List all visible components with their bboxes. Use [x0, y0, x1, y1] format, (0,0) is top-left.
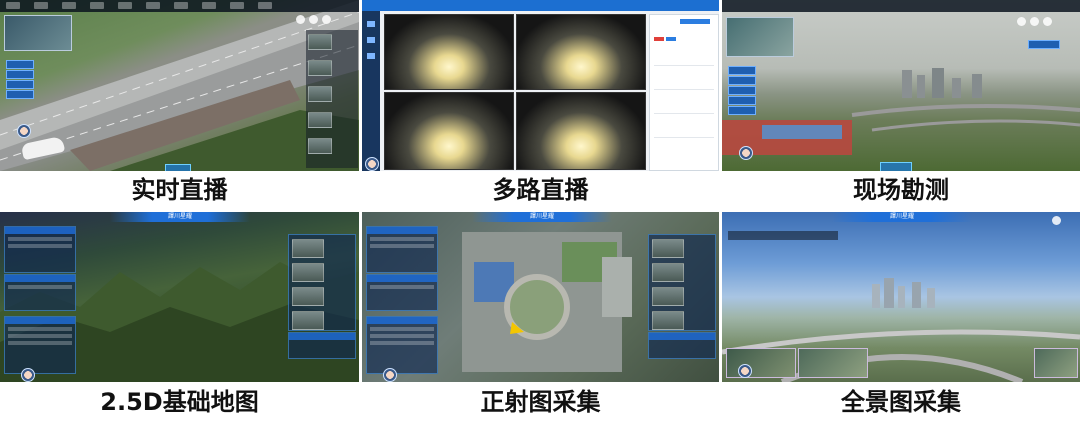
avatar-icon[interactable] [17, 124, 31, 138]
side-menu-button[interactable] [6, 90, 34, 99]
left-data-panel [4, 316, 76, 374]
location-preview[interactable] [798, 348, 868, 378]
device-item[interactable] [654, 121, 714, 138]
avatar-icon[interactable] [383, 368, 397, 382]
top-toolbar [0, 0, 359, 12]
avatar-icon[interactable] [21, 368, 35, 382]
layers-icon[interactable] [1043, 17, 1052, 26]
drone-thumbnail[interactable] [308, 138, 332, 154]
toolbar-item[interactable] [90, 2, 104, 9]
minimap[interactable] [4, 15, 72, 51]
toolbar-item[interactable] [230, 2, 244, 9]
device-item[interactable] [654, 49, 714, 66]
nav-icon[interactable] [367, 53, 375, 59]
device-item[interactable] [654, 73, 714, 90]
drone-list [306, 30, 358, 168]
video-feed-2[interactable] [516, 14, 646, 90]
top-toolbar [722, 0, 1080, 12]
toolbar-item[interactable] [174, 2, 188, 9]
status-badge [666, 37, 676, 41]
panel-pano[interactable]: 譯川星耀 [722, 212, 1080, 382]
camera-thumbnail[interactable] [652, 263, 684, 282]
side-menu-button[interactable] [6, 80, 34, 89]
left-nav [362, 11, 380, 171]
caption-multi: 多路直播 [492, 176, 589, 204]
caption-ortho: 正射图采集 [480, 388, 601, 416]
side-menu-button[interactable] [728, 86, 756, 95]
record-icon[interactable] [309, 15, 318, 24]
avatar-icon[interactable] [738, 364, 752, 378]
panel-ortho[interactable]: 譯川星耀 [362, 212, 719, 382]
toolbar-item[interactable] [146, 2, 160, 9]
nav-icon[interactable] [367, 21, 375, 27]
drone-thumbnail[interactable] [308, 34, 332, 50]
toolbar-item[interactable] [118, 2, 132, 9]
panel-map25d[interactable]: 譯川星耀 [0, 212, 359, 382]
right-data-panel [288, 332, 356, 359]
video-feed-3[interactable] [384, 92, 514, 170]
left-data-panel [366, 316, 438, 374]
bottom-tag[interactable] [880, 162, 912, 171]
caption-live: 实时直播 [131, 176, 228, 204]
camera-thumbnail[interactable] [292, 287, 324, 306]
drone-thumbnail[interactable] [308, 112, 332, 128]
camera-thumbnail[interactable] [292, 239, 324, 258]
location-preview[interactable] [726, 348, 796, 378]
toolbar-item[interactable] [62, 2, 76, 9]
caption-survey: 现场勘测 [853, 176, 949, 204]
toolbar-item[interactable] [34, 2, 48, 9]
side-menu-button[interactable] [6, 70, 34, 79]
camera-thumbnail[interactable] [292, 263, 324, 282]
camera-thumbnail[interactable] [652, 239, 684, 258]
record-icon[interactable] [1030, 17, 1039, 26]
right-data-panel [648, 332, 716, 359]
side-menu-button[interactable] [728, 106, 756, 115]
bottom-tag[interactable] [165, 164, 191, 171]
layers-icon[interactable] [1052, 216, 1061, 225]
caption-pano: 全景图采集 [841, 388, 961, 416]
avatar-icon[interactable] [365, 157, 379, 171]
grid-toggle[interactable] [680, 19, 710, 24]
side-menu-button[interactable] [728, 96, 756, 105]
camera-icon[interactable] [1017, 17, 1026, 26]
camera-icon[interactable] [296, 15, 305, 24]
right-data-panel [648, 234, 716, 331]
header-title: 譯川星耀 [110, 212, 250, 222]
camera-thumbnail[interactable] [652, 287, 684, 306]
device-item[interactable] [654, 97, 714, 114]
avatar-icon[interactable] [739, 146, 753, 160]
toolbar-item[interactable] [258, 2, 272, 9]
camera-thumbnail[interactable] [292, 311, 324, 330]
camera-thumbnail[interactable] [652, 311, 684, 330]
info-bar [728, 231, 838, 240]
survey-tool-button[interactable] [1028, 40, 1060, 49]
video-feed-4[interactable] [516, 92, 646, 170]
header-title: 譯川星耀 [472, 212, 612, 222]
video-feed-1[interactable] [384, 14, 514, 90]
header-title: 譯川星耀 [832, 212, 972, 222]
drone-thumbnail[interactable] [308, 60, 332, 76]
side-menu-button[interactable] [728, 76, 756, 85]
caption-map25d: 2.5D基础地图 [100, 388, 259, 416]
left-data-panel [366, 226, 438, 273]
drone-thumbnail[interactable] [308, 86, 332, 102]
layers-icon[interactable] [322, 15, 331, 24]
toolbar-item[interactable] [202, 2, 216, 9]
nav-icon[interactable] [367, 37, 375, 43]
minimap[interactable] [726, 17, 794, 57]
side-menu-button[interactable] [6, 60, 34, 69]
panel-live[interactable] [0, 0, 359, 171]
right-data-panel [288, 234, 356, 331]
app-header [362, 0, 719, 11]
location-preview[interactable] [1034, 348, 1078, 378]
left-data-panel [4, 274, 76, 311]
left-data-panel [366, 274, 438, 311]
left-data-panel [4, 226, 76, 273]
side-menu-button[interactable] [728, 66, 756, 75]
toolbar-item[interactable] [6, 2, 20, 9]
status-badge [654, 37, 664, 41]
panel-multi[interactable] [362, 0, 719, 171]
panel-survey[interactable] [722, 0, 1080, 171]
device-list [649, 14, 719, 171]
